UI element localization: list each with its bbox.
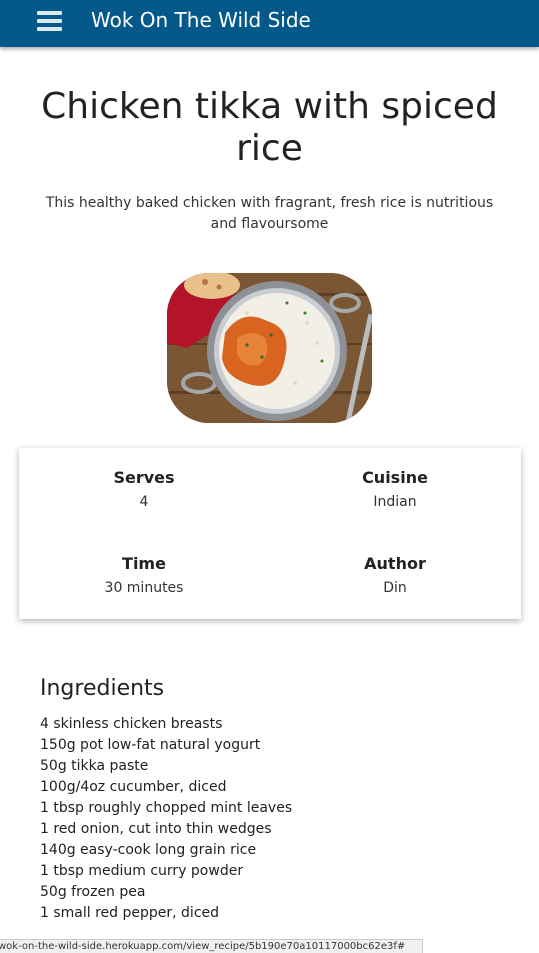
recipe-title: Chicken tikka with spiced rice	[41, 86, 498, 169]
menu-bar-line	[37, 11, 62, 15]
serves-info: Serves 4	[44, 467, 244, 512]
ingredients-heading: Ingredients	[40, 676, 165, 701]
hamburger-menu-icon[interactable]	[37, 10, 62, 32]
ingredient-item: 50g tikka paste	[40, 758, 149, 774]
ingredient-item: 1 red onion, cut into thin wedges	[40, 821, 272, 837]
navbar: Wok On The Wild Side	[0, 0, 539, 47]
ingredient-item: 4 skinless chicken breasts	[40, 716, 223, 732]
ingredient-item: 1 small red pepper, diced	[40, 905, 220, 921]
time-label: Time	[122, 554, 166, 573]
ingredient-item: 140g easy-cook long grain rice	[40, 842, 257, 858]
ingredient-item: 50g frozen pea	[40, 884, 146, 900]
cuisine-label: Cuisine	[362, 468, 428, 487]
time-info: Time 30 minutes	[44, 553, 244, 598]
ingredient-item: 100g/4oz cucumber, diced	[40, 779, 227, 795]
cuisine-info: Cuisine Indian	[295, 467, 495, 512]
recipe-photo-illustration	[167, 273, 372, 423]
serves-value: 4	[139, 494, 149, 510]
brand-logo-link[interactable]: Wok On The Wild Side	[91, 6, 311, 34]
recipe-photo	[167, 273, 372, 423]
cuisine-value: Indian	[373, 494, 417, 510]
time-value: 30 minutes	[104, 580, 184, 596]
browser-status-url: wok-on-the-wild-side.herokuapp.com/view_…	[0, 939, 423, 953]
author-value: Din	[383, 580, 407, 596]
author-label: Author	[364, 554, 426, 573]
serves-label: Serves	[113, 468, 175, 487]
author-info: Author Din	[295, 553, 495, 598]
ingredient-item: 1 tbsp medium curry powder	[40, 863, 244, 879]
ingredient-item: 150g pot low-fat natural yogurt	[40, 737, 261, 753]
ingredient-item: 1 tbsp roughly chopped mint leaves	[40, 800, 293, 816]
ingredients-list: 4 skinless chicken breasts 150g pot low-…	[40, 714, 292, 924]
menu-bar-line	[37, 27, 62, 31]
menu-bar-line	[37, 19, 62, 23]
recipe-description: This healthy baked chicken with fragrant…	[45, 195, 494, 232]
recipe-info-card: Serves 4 Cuisine Indian Time 30 minutes …	[19, 448, 521, 619]
